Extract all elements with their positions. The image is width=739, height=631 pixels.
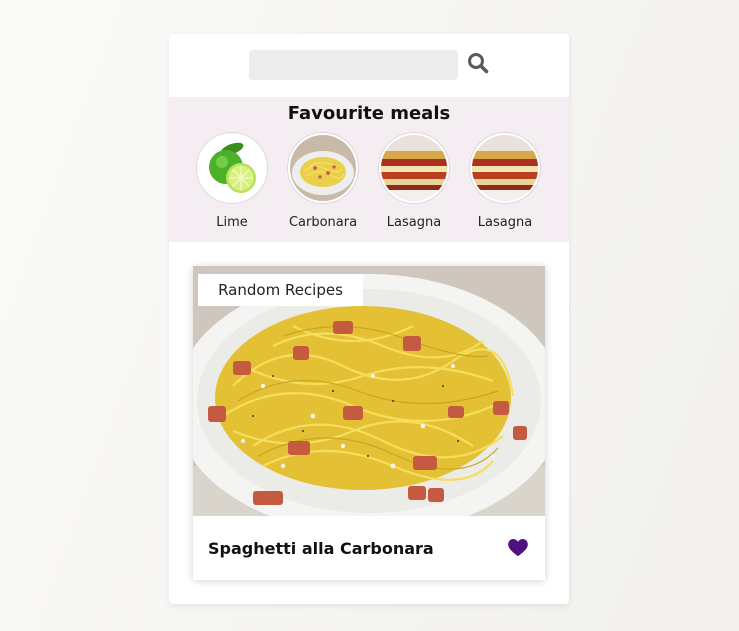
search-button[interactable] [466, 52, 490, 76]
lasagna-image [472, 135, 538, 201]
random-recipes-tag: Random Recipes [198, 274, 363, 306]
carbonara-image [290, 135, 356, 201]
favourite-item-label: Lasagna [386, 215, 442, 230]
search-icon [468, 53, 489, 74]
favourite-item-carbonara[interactable]: Carbonara [278, 133, 368, 230]
favourite-item-label: Lasagna [477, 215, 533, 230]
heart-icon [508, 539, 528, 557]
meal-image: Random Recipes [193, 266, 545, 516]
lime-image [199, 135, 265, 201]
favourite-item-label: Carbonara [288, 215, 358, 230]
meal-finder-app: Favourite meals Lime Carbonara Lasagna L… [169, 34, 569, 604]
favourite-item-lasagna[interactable]: Lasagna [460, 133, 550, 230]
favourite-thumb[interactable] [288, 133, 358, 203]
favourite-meals-section: Favourite meals Lime Carbonara Lasagna L… [169, 97, 569, 242]
meal-title: Spaghetti alla Carbonara [208, 539, 434, 558]
favourite-thumb[interactable] [379, 133, 449, 203]
meal-footer: Spaghetti alla Carbonara [193, 516, 545, 580]
favourite-meals-list: Lime Carbonara Lasagna Lasagna [169, 133, 569, 238]
favourite-item-label: Lime [216, 215, 248, 230]
lasagna-image [381, 135, 447, 201]
random-meal-card: Random Recipes Spaghetti alla Carbonara [193, 266, 545, 580]
search-bar [169, 34, 569, 97]
favourite-toggle-button[interactable] [507, 539, 529, 559]
favourite-thumb[interactable] [197, 133, 267, 203]
favourite-thumb[interactable] [470, 133, 540, 203]
favourite-item-lasagna[interactable]: Lasagna [369, 133, 459, 230]
favourite-meals-title: Favourite meals [287, 103, 451, 124]
search-input[interactable] [249, 50, 458, 80]
favourite-item-lime[interactable]: Lime [187, 133, 277, 230]
